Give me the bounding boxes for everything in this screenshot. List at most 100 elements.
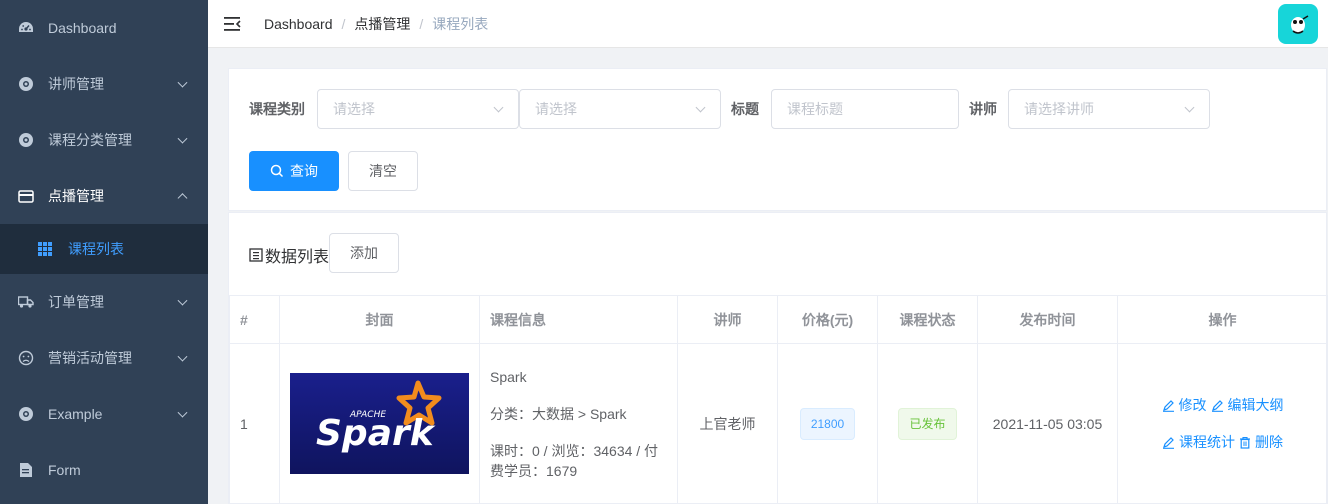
edit-button-label: 修改 [1178,397,1207,413]
grid-icon [38,242,52,256]
edit-outline-button[interactable]: 编辑大纲 [1211,395,1284,415]
sidebar-item-label: 营销活动管理 [48,350,132,366]
chevron-down-icon [493,102,504,113]
edit-icon [1163,436,1174,449]
sidebar-item-label: Example [48,406,103,422]
sidebar-item-dashboard[interactable]: Dashboard [0,0,208,56]
breadcrumb-separator: / [419,15,424,32]
sidebar-item-label: 点播管理 [48,188,104,204]
status-badge: 已发布 [898,407,957,440]
sidebar-item-label: 订单管理 [48,294,104,310]
publish-time-cell: 2021-11-05 03:05 [977,343,1118,504]
list-title-text: 数据列表 [265,249,330,266]
ops-row-2: 课程统计 删除 [1118,432,1327,452]
sidebar-item-label: 课程分类管理 [48,132,132,148]
chevron-down-icon [1184,102,1195,113]
column-header-publish-time: 发布时间 [977,295,1118,344]
sidebar-item-vod[interactable]: 点播管理 [0,168,208,224]
course-stats-button-label: 课程统计 [1179,434,1235,450]
teacher-select[interactable]: 请选择讲师 [1008,89,1210,129]
column-header-price: 价格(元) [777,295,878,344]
column-header-operations: 操作 [1117,295,1328,344]
trash-icon [1240,436,1250,449]
sidebar-item-label: 讲师管理 [48,76,104,92]
chevron-up-icon [177,193,188,204]
sidebar-item-teacher[interactable]: 讲师管理 [0,56,208,112]
spark-logo-image: APACHE Spark [290,373,469,474]
teacher-cell: 上官老师 [677,343,778,504]
chevron-down-icon [177,351,188,362]
credit-card-icon [18,188,34,204]
select-placeholder: 请选择 [333,101,375,117]
dashboard-icon [18,20,34,36]
category-label: 课程类别 [249,101,305,117]
cover-text-main: Spark [316,413,436,454]
edit-icon [1211,399,1223,412]
breadcrumb-item-current: 课程列表 [432,15,489,32]
category-select-1[interactable]: 请选择 [317,89,519,129]
course-category: 分类：大数据 > Spark [490,405,627,422]
sidebar-item-marketing[interactable]: 营销活动管理 [0,330,208,386]
sidebar-subitem-label: 课程列表 [68,241,124,257]
breadcrumb-separator: / [341,15,346,32]
list-title: 数据列表 [249,243,329,267]
add-button[interactable]: 添加 [329,233,399,273]
chevron-down-icon [695,102,706,113]
breadcrumb: Dashboard / 点播管理 / 课程列表 [264,14,488,34]
form-icon [18,462,34,478]
status-cell: 已发布 [877,343,978,504]
course-table: # 封面 课程信息 讲师 价格(元) 课程状态 发布时间 操作 1 APACHE… [229,295,1328,504]
sidebar-item-form[interactable]: Form [0,442,208,498]
query-button-label: 查询 [290,163,318,179]
help-circle-icon [18,406,34,422]
breadcrumb-item-dashboard[interactable]: Dashboard [264,16,333,32]
title-label: 标题 [731,101,759,117]
course-stats: 课时：0 / 浏览：34634 / 付费学员：1679 [490,442,659,479]
chevron-down-icon [177,133,188,144]
tickets-icon [249,248,263,262]
column-header-index: # [229,295,280,344]
sad-face-icon [18,350,34,366]
chevron-down-icon [177,407,188,418]
sidebar-subitem-course-list[interactable]: 课程列表 [0,224,208,274]
column-header-teacher: 讲师 [677,295,778,344]
table-header-row: # 封面 课程信息 讲师 价格(元) 课程状态 发布时间 操作 [229,295,1328,344]
search-form-card: 课程类别 请选择 请选择 标题 课程标题 讲师 请选择讲师 查询 清空 [228,68,1327,211]
sidebar-item-course-category[interactable]: 课程分类管理 [0,112,208,168]
help-circle-icon [18,76,34,92]
delete-button-label: 删除 [1255,434,1283,450]
avatar[interactable] [1278,4,1318,44]
operations-cell: 修改 编辑大纲 课程统计 删除 [1117,343,1328,504]
cover-cell: APACHE Spark [279,343,480,504]
sidebar-item-example[interactable]: Example [0,386,208,442]
sidebar-item-label: Form [48,462,81,478]
column-header-cover: 封面 [279,295,480,344]
query-button[interactable]: 查询 [249,151,339,191]
search-icon [270,164,284,178]
avatar-icon [1291,15,1309,34]
course-cover-image[interactable]: APACHE Spark [290,373,469,474]
course-stats-button[interactable]: 课程统计 [1162,432,1235,452]
title-input[interactable]: 课程标题 [771,89,959,129]
course-info: Spark 分类：大数据 > Spark 课时：0 / 浏览：34634 / 付… [480,367,677,481]
category-select-2[interactable]: 请选择 [519,89,721,129]
price-tag: 21800 [799,407,856,440]
sidebar-item-label: Dashboard [48,20,117,36]
row-index: 1 [229,343,280,504]
breadcrumb-item-vod[interactable]: 点播管理 [354,14,410,34]
price-cell: 21800 [777,343,878,504]
add-button-label: 添加 [350,245,378,261]
select-placeholder: 请选择讲师 [1024,101,1094,117]
column-header-status: 课程状态 [877,295,978,344]
ops-row-1: 修改 编辑大纲 [1118,395,1327,415]
chevron-down-icon [177,295,188,306]
truck-icon [18,294,34,310]
edit-button[interactable]: 修改 [1162,395,1207,415]
course-name: Spark [490,368,527,385]
edit-icon [1162,399,1174,412]
clear-button[interactable]: 清空 [348,151,418,191]
hamburger-menu-icon[interactable] [224,16,242,32]
delete-button[interactable]: 删除 [1239,432,1283,452]
clear-button-label: 清空 [369,163,397,179]
sidebar-item-orders[interactable]: 订单管理 [0,274,208,330]
